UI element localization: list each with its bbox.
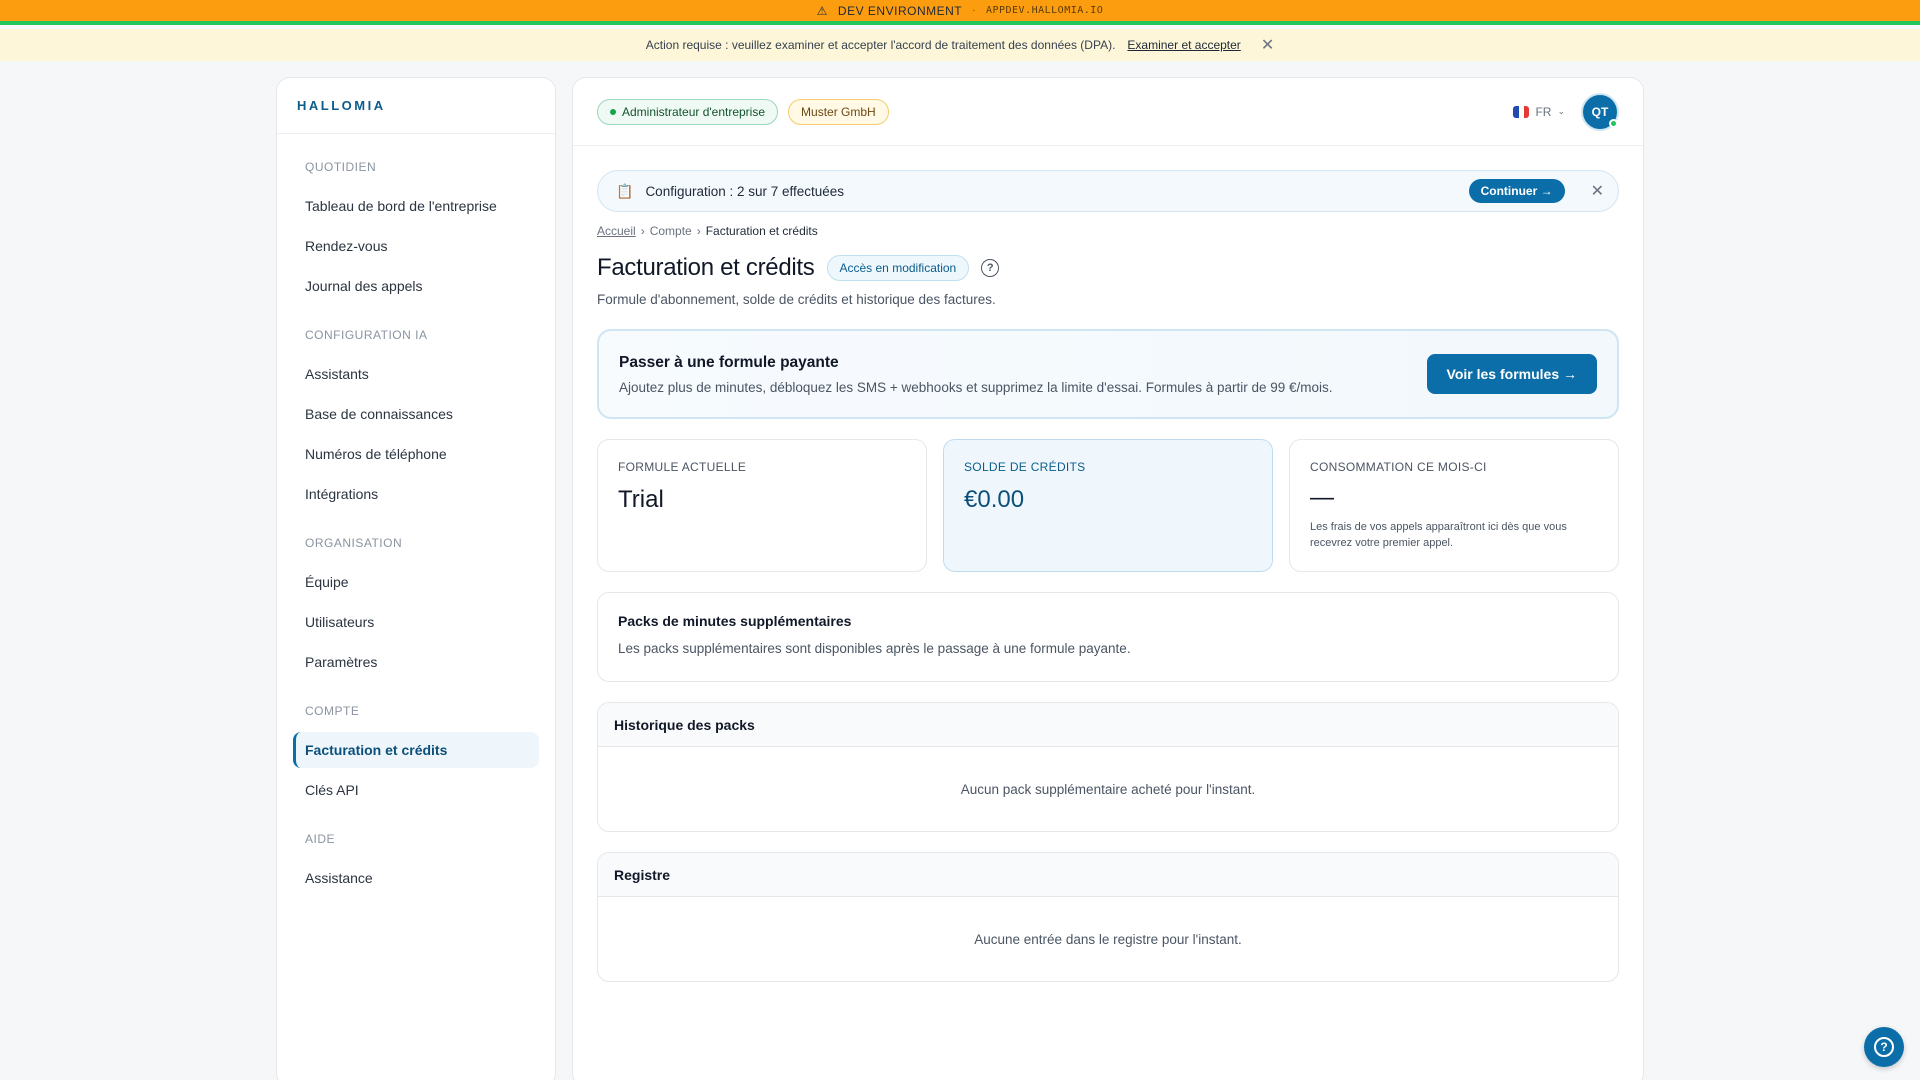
sidebar-item-integrations[interactable]: Intégrations: [293, 476, 539, 512]
language-selector[interactable]: FR ⌄: [1513, 105, 1565, 119]
sidebar-item-api-keys[interactable]: Clés API: [293, 772, 539, 808]
extra-packs-section: Packs de minutes supplémentaires Les pac…: [597, 592, 1619, 682]
nav-section-aide: AIDE: [305, 832, 336, 846]
nav-section-organisation: ORGANISATION: [305, 536, 403, 550]
sidebar-item-dashboard[interactable]: Tableau de bord de l'entreprise: [293, 188, 539, 224]
ledger-panel: Registre Aucune entrée dans le registre …: [597, 852, 1619, 982]
avatar-initials: QT: [1591, 104, 1609, 119]
access-badge: Accès en modification: [826, 255, 970, 281]
role-label: Administrateur d'entreprise: [622, 104, 766, 119]
sidebar-item-assistants[interactable]: Assistants: [293, 356, 539, 392]
sidebar-item-knowledge-base[interactable]: Base de connaissances: [293, 396, 539, 432]
breadcrumb: Accueil › Compte › Facturation et crédit…: [597, 224, 1619, 238]
brand-logo[interactable]: HALLOMIA: [277, 78, 555, 134]
top-bar: Administrateur d'entreprise Muster GmbH …: [573, 78, 1643, 146]
current-plan-value: Trial: [618, 486, 664, 513]
current-plan-card: FORMULE ACTUELLE Trial: [597, 439, 927, 572]
setup-progress-text: Configuration : 2 sur 7 effectuées: [645, 183, 845, 199]
online-status-icon: [1609, 118, 1618, 128]
dev-environment-label: DEV ENVIRONMENT: [837, 3, 963, 18]
dev-environment-banner: ⚠ DEV ENVIRONMENT · APPDEV.HALLOMIA.IO: [0, 0, 1920, 25]
close-icon[interactable]: ✕: [1591, 181, 1604, 201]
sidebar-item-users[interactable]: Utilisateurs: [293, 604, 539, 640]
sidebar-item-appointments[interactable]: Rendez-vous: [293, 228, 539, 264]
nav-section-configuration-ia: CONFIGURATION IA: [305, 328, 428, 342]
credit-balance-value: €0.00: [964, 486, 1025, 513]
organization-badge[interactable]: Muster GmbH: [788, 98, 889, 125]
sidebar-item-team[interactable]: Équipe: [293, 564, 539, 600]
chevron-down-icon: ⌄: [1557, 106, 1565, 116]
extra-packs-title: Packs de minutes supplémentaires: [618, 613, 852, 629]
breadcrumb-home[interactable]: Accueil: [597, 224, 636, 238]
sidebar-item-settings[interactable]: Paramètres: [293, 644, 539, 680]
packs-history-title: Historique des packs: [598, 703, 1618, 747]
sidebar: HALLOMIA QUOTIDIEN Tableau de bord de l'…: [276, 77, 556, 1080]
role-badge: Administrateur d'entreprise: [597, 98, 779, 125]
monthly-usage-note: Les frais de vos appels apparaîtront ici…: [1310, 521, 1567, 549]
ledger-empty: Aucune entrée dans le registre pour l'in…: [974, 931, 1242, 947]
packs-history-panel: Historique des packs Aucun pack suppléme…: [597, 702, 1619, 832]
summary-cards: FORMULE ACTUELLE Trial SOLDE DE CRÉDITS …: [597, 439, 1619, 572]
sidebar-item-billing[interactable]: Facturation et crédits: [293, 732, 539, 768]
extra-packs-text: Les packs supplémentaires sont disponibl…: [618, 641, 1131, 656]
dpa-message: Action requise : veuillez examiner et ac…: [645, 38, 1116, 52]
warning-icon: ⚠: [816, 3, 828, 18]
packs-history-empty: Aucun pack supplémentaire acheté pour l'…: [960, 781, 1256, 797]
upgrade-description: Ajoutez plus de minutes, débloquez les S…: [619, 379, 1333, 395]
upgrade-banner: Passer à une formule payante Ajoutez plu…: [597, 329, 1619, 419]
page-subtitle: Formule d'abonnement, solde de crédits e…: [597, 292, 996, 307]
dpa-banner: Action requise : veuillez examiner et ac…: [0, 29, 1920, 61]
dpa-review-link[interactable]: Examiner et accepter: [1127, 38, 1240, 52]
title-row: Facturation et crédits Accès en modifica…: [597, 254, 1619, 282]
sidebar-item-support[interactable]: Assistance: [293, 860, 539, 896]
sidebar-nav: QUOTIDIEN Tableau de bord de l'entrepris…: [277, 134, 555, 896]
credit-balance-label: SOLDE DE CRÉDITS: [964, 460, 1086, 474]
page-content: 📋 Configuration : 2 sur 7 effectuées Con…: [573, 146, 1643, 982]
current-plan-label: FORMULE ACTUELLE: [618, 460, 747, 474]
monthly-usage-label: CONSOMMATION CE MOIS-CI: [1310, 460, 1487, 474]
status-dot-icon: [610, 108, 616, 115]
monthly-usage-value: —: [1310, 484, 1334, 511]
page-title: Facturation et crédits: [597, 254, 815, 281]
upgrade-title: Passer à une formule payante: [619, 353, 839, 371]
setup-progress-banner: 📋 Configuration : 2 sur 7 effectuées Con…: [597, 170, 1619, 212]
main-panel: Administrateur d'entreprise Muster GmbH …: [572, 77, 1644, 1080]
monthly-usage-card: CONSOMMATION CE MOIS-CI — Les frais de v…: [1289, 439, 1619, 572]
avatar[interactable]: QT: [1581, 92, 1619, 131]
help-icon[interactable]: ?: [981, 259, 1000, 277]
dev-banner-separator: ·: [972, 5, 976, 16]
breadcrumb-section[interactable]: Compte: [650, 224, 692, 238]
dev-host-label: APPDEV.HALLOMIA.IO: [985, 5, 1104, 16]
continue-setup-button[interactable]: Continuer →: [1468, 179, 1565, 203]
credit-balance-card: SOLDE DE CRÉDITS €0.00: [943, 439, 1273, 572]
flag-fr-icon: [1513, 105, 1530, 118]
sidebar-item-phone-numbers[interactable]: Numéros de téléphone: [293, 436, 539, 472]
language-label: FR: [1535, 104, 1552, 119]
ledger-title: Registre: [598, 853, 1618, 897]
view-plans-button[interactable]: Voir les formules →: [1426, 354, 1597, 394]
help-icon: ?: [1874, 1037, 1894, 1057]
clipboard-icon: 📋: [616, 182, 634, 199]
breadcrumb-current: Facturation et crédits: [705, 224, 818, 238]
breadcrumb-separator: ›: [696, 224, 701, 238]
close-icon[interactable]: ✕: [1261, 35, 1274, 55]
breadcrumb-separator: ›: [640, 224, 645, 238]
floating-help-button[interactable]: ?: [1864, 1027, 1904, 1067]
sidebar-item-call-log[interactable]: Journal des appels: [293, 268, 539, 304]
nav-section-quotidien: QUOTIDIEN: [305, 160, 377, 174]
nav-section-compte: COMPTE: [305, 704, 360, 718]
